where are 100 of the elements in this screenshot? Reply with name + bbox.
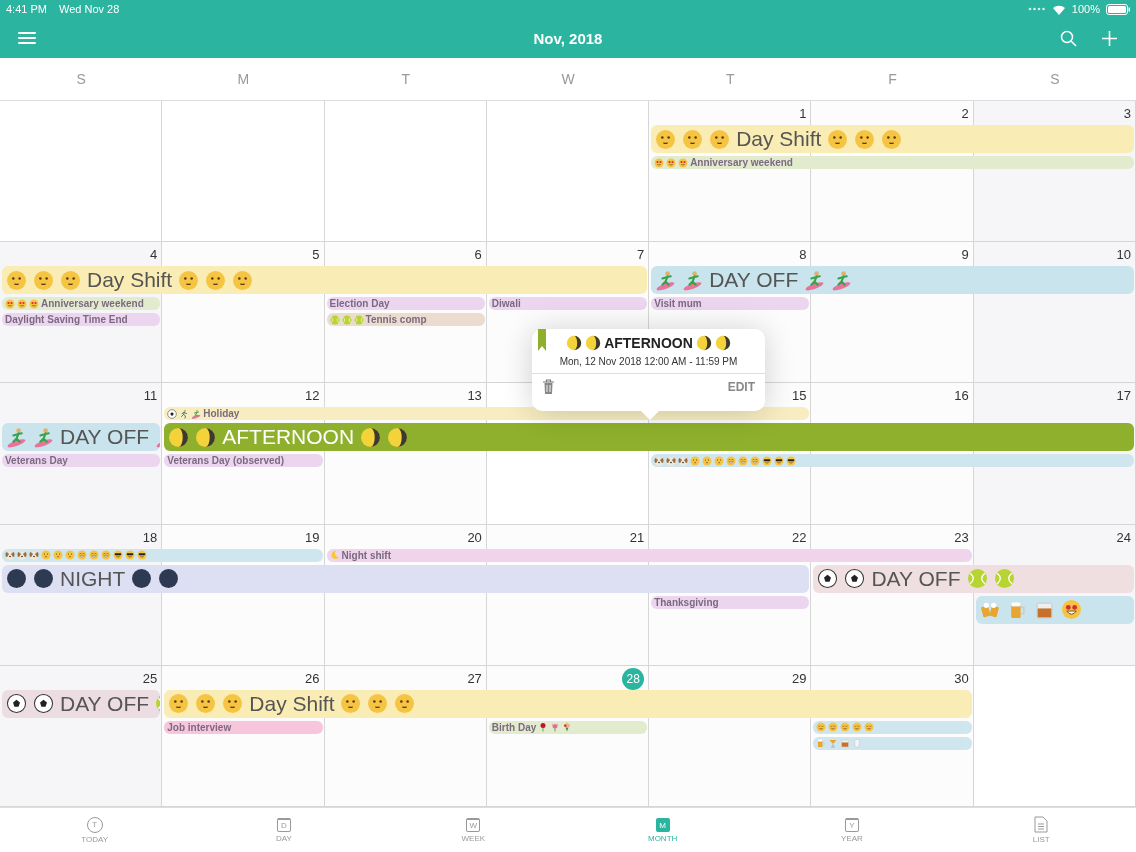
weekday-label: T: [400, 71, 411, 87]
add-icon[interactable]: [1101, 29, 1118, 47]
face-icon: [65, 550, 75, 561]
day-number[interactable]: 10: [1116, 247, 1131, 264]
event-title: Day Shift: [736, 127, 822, 151]
dog-icon: [654, 455, 665, 466]
day-number[interactable]: 7: [636, 247, 645, 264]
day-number[interactable]: 3: [1123, 106, 1131, 122]
moon-icon: [360, 426, 382, 448]
day-number[interactable]: 20: [467, 529, 482, 546]
face-icon: [714, 455, 725, 466]
day-number[interactable]: 5: [312, 247, 320, 264]
glass-icon: [852, 738, 863, 749]
day-number[interactable]: 17: [1116, 388, 1131, 405]
event-bar[interactable]: DAY OFF: [2, 689, 161, 718]
face-icon: [101, 550, 111, 561]
event-bar[interactable]: Day Shift: [164, 689, 972, 718]
event-bar[interactable]: Diwali: [488, 297, 648, 311]
day-number[interactable]: 25: [142, 670, 158, 687]
tab-icon: M: [655, 817, 670, 832]
event-bar[interactable]: Day Shift: [651, 125, 1134, 153]
event-bar[interactable]: [975, 595, 1134, 624]
face-icon: [168, 693, 190, 715]
face-icon: [5, 298, 15, 309]
event-title: Election Day: [329, 298, 390, 310]
event-bar[interactable]: Election Day: [326, 297, 485, 311]
event-bar[interactable]: [651, 454, 1134, 468]
event-title: AFTERNOON: [222, 425, 355, 450]
event-title: Visit mum: [654, 298, 702, 310]
month-title: Nov, 2018: [532, 29, 604, 47]
face-icon: [678, 157, 689, 168]
day-number[interactable]: 19: [305, 529, 320, 546]
event-bar[interactable]: Veterans Day: [2, 454, 161, 468]
soccer-ball-icon: [844, 568, 866, 590]
event-bar[interactable]: Daylight Saving Time End: [2, 313, 161, 327]
day-number[interactable]: 29: [791, 670, 807, 687]
face-icon: [137, 550, 147, 561]
dog-icon: [29, 550, 39, 561]
event-bar[interactable]: DAY OFF: [813, 564, 1134, 593]
face-icon: [702, 455, 713, 466]
moon-icon: [695, 335, 712, 351]
wifi-icon: [1051, 3, 1066, 15]
day-number[interactable]: 6: [474, 247, 482, 264]
event-bar[interactable]: Anniversary weekend: [651, 156, 1134, 169]
menu-icon[interactable]: [18, 31, 36, 45]
tennis-ball-icon: [353, 314, 364, 325]
day-number[interactable]: 8: [799, 247, 807, 264]
day-number[interactable]: 24: [1116, 529, 1131, 546]
event-title: Holiday: [203, 408, 240, 420]
event-bar[interactable]: Visit mum: [651, 297, 810, 311]
face-icon: [222, 693, 244, 715]
tab-icon: Y: [844, 817, 859, 832]
moon-icon: [329, 550, 340, 561]
tab[interactable]: T TODAY: [0, 808, 190, 852]
moon-icon: [714, 335, 731, 351]
day-number[interactable]: 21: [629, 529, 645, 546]
face-icon: [774, 455, 785, 466]
face-icon: [394, 693, 416, 715]
delete-icon[interactable]: [542, 379, 555, 395]
face-icon: [17, 298, 27, 309]
face-icon: [864, 722, 875, 733]
event-bar[interactable]: Tennis comp: [326, 313, 485, 327]
face-icon: [816, 722, 827, 733]
event-bar[interactable]: NIGHT: [2, 564, 810, 593]
day-number[interactable]: 18: [142, 529, 158, 546]
day-number[interactable]: 1: [799, 106, 807, 122]
day-number[interactable]: 27: [467, 670, 482, 687]
day-number[interactable]: 2: [961, 106, 969, 122]
day-number[interactable]: 12: [305, 388, 320, 405]
dog-icon: [5, 550, 15, 561]
day-number[interactable]: 11: [143, 388, 158, 405]
day-number[interactable]: 13: [467, 388, 482, 405]
surfer-icon: [831, 269, 853, 291]
soccer-ball-icon: [33, 693, 54, 715]
event-title: Diwali: [491, 298, 521, 310]
face-icon: [6, 269, 27, 291]
battery-percent: 100%: [1071, 3, 1100, 15]
event-bar[interactable]: Veterans Day (observed): [164, 454, 323, 468]
event-bar[interactable]: Anniversary weekend: [2, 297, 161, 311]
weekday-label: F: [887, 71, 898, 87]
day-number[interactable]: 15: [791, 388, 807, 405]
soccer-ball-icon: [817, 568, 839, 590]
event-title: DAY OFF: [60, 425, 150, 450]
day-number[interactable]: 23: [954, 529, 969, 546]
moon-icon: [158, 568, 180, 590]
event-title: Tennis comp: [365, 314, 427, 326]
search-icon[interactable]: [1060, 29, 1077, 47]
day-number[interactable]: 26: [305, 670, 320, 687]
day-number[interactable]: 16: [954, 388, 969, 405]
event-bar[interactable]: DAY OFF: [2, 423, 161, 452]
event-bar[interactable]: Day Shift: [2, 266, 648, 295]
edit-button[interactable]: EDIT: [727, 380, 755, 394]
event-title: Thanksgiving: [654, 596, 719, 608]
day-number[interactable]: 30: [954, 670, 969, 687]
day-number[interactable]: 4: [150, 247, 158, 264]
day-number[interactable]: 9: [961, 247, 969, 264]
weekday-label: W: [560, 71, 576, 87]
event-bar[interactable]: DAY OFF: [651, 266, 1134, 295]
day-number[interactable]: 22: [791, 529, 807, 546]
tab-icon: D: [277, 817, 291, 832]
